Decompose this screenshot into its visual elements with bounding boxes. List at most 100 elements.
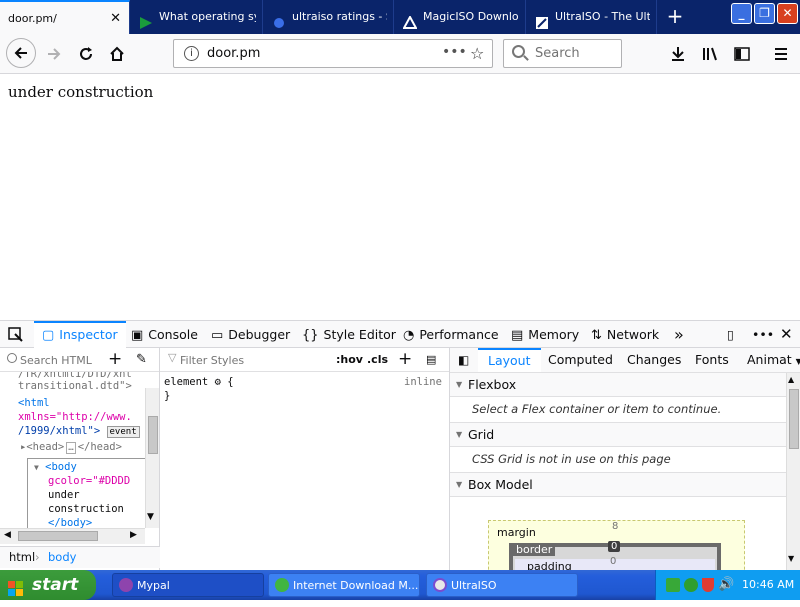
tab-inspector[interactable]: ▢ Inspector xyxy=(34,321,126,348)
scroll-thumb[interactable] xyxy=(148,416,158,454)
tab-label: UltraISO - The Ult xyxy=(555,10,650,23)
hov-toggle[interactable]: :hov xyxy=(336,348,363,372)
grid-section-header[interactable]: ▼ Grid xyxy=(450,423,786,447)
scroll-up-icon[interactable]: ▲ xyxy=(788,375,794,384)
markup-text-node[interactable]: under xyxy=(48,488,80,502)
tab-what-operating[interactable]: What operating sy xyxy=(131,0,263,34)
pick-element-button[interactable] xyxy=(8,321,23,348)
gear-icon[interactable]: ⚙ xyxy=(215,376,221,388)
tab-style-editor[interactable]: {} Style Editor xyxy=(302,321,396,348)
grid-message: CSS Grid is not in use on this page xyxy=(472,452,671,466)
scroll-left-icon[interactable]: ◀ xyxy=(4,530,11,540)
margin-top-value[interactable]: 8 xyxy=(612,521,618,532)
sidebar-subtabs: ◧ Layout Computed Changes Fonts Animat ▼ xyxy=(450,348,800,373)
tray-network-icon[interactable] xyxy=(666,578,680,592)
back-button[interactable] xyxy=(6,38,36,68)
tray-volume-icon[interactable]: 🔊 xyxy=(718,570,734,600)
markup-text-node[interactable]: construction xyxy=(48,502,124,516)
taskbar-item-mypal[interactable]: Mypal xyxy=(112,573,264,597)
tab-network[interactable]: ⇅ Network xyxy=(591,321,659,348)
toggle-sidebar-icon[interactable]: ◧ xyxy=(458,348,469,372)
rule-open-brace: { xyxy=(227,376,234,388)
search-bar[interactable]: Search xyxy=(503,39,622,68)
page-text: under construction xyxy=(8,83,154,101)
tab-console[interactable]: ▣ Console xyxy=(131,321,198,348)
add-node-button[interactable]: + xyxy=(108,348,122,370)
more-tabs-button[interactable]: » xyxy=(674,321,684,348)
scroll-down-icon[interactable]: ▼ xyxy=(147,512,154,522)
cls-toggle[interactable]: .cls xyxy=(367,348,388,372)
breadcrumb-body[interactable]: body xyxy=(48,547,76,568)
padding-top-value[interactable]: 0 xyxy=(610,556,616,567)
taskbar-item-idm[interactable]: Internet Download M... xyxy=(268,573,420,597)
markup-horizontal-scrollbar[interactable]: ◀ ▶ xyxy=(0,528,145,544)
scroll-down-icon[interactable]: ▼ xyxy=(788,554,794,563)
eyedropper-icon[interactable]: ✎ xyxy=(136,348,147,372)
library-button[interactable] xyxy=(696,40,724,68)
subtab-animations[interactable]: Animat ▼ xyxy=(747,348,800,372)
filter-styles-input[interactable] xyxy=(180,351,290,369)
devtools-options-button[interactable]: ••• xyxy=(752,321,774,348)
page-actions-icon[interactable]: ••• xyxy=(442,40,467,64)
close-window-button[interactable]: ✕ xyxy=(777,3,798,24)
subtab-fonts[interactable]: Fonts xyxy=(695,348,729,372)
markup-node[interactable]: /1999/xhtml"> event xyxy=(18,424,140,439)
tab-memory[interactable]: ▤ Memory xyxy=(511,321,579,348)
url-text[interactable]: door.pm xyxy=(207,40,260,67)
box-model-section-header[interactable]: ▼ Box Model xyxy=(450,473,786,497)
tray-shield-icon[interactable] xyxy=(702,578,714,592)
add-rule-button[interactable]: + xyxy=(398,348,412,370)
print-media-icon[interactable]: ▤ xyxy=(426,348,436,372)
new-tab-button[interactable]: + xyxy=(660,0,690,34)
menu-button[interactable] xyxy=(767,40,795,68)
scroll-right-icon[interactable]: ▶ xyxy=(130,530,137,540)
layout-vertical-scrollbar[interactable]: ▲ ▼ xyxy=(786,373,800,570)
taskbar-item-ultraiso[interactable]: UltraISO xyxy=(426,573,578,597)
tab-memory-label: Memory xyxy=(528,327,580,342)
sidebar-button[interactable] xyxy=(728,40,756,68)
markup-vertical-scrollbar[interactable]: ▼ xyxy=(145,388,159,528)
search-html-input[interactable] xyxy=(20,351,100,369)
markup-node[interactable]: ▸<head>… </head> xyxy=(20,440,122,455)
forward-button[interactable] xyxy=(40,40,68,68)
system-tray: 🔊 10:46 AM xyxy=(655,570,800,600)
downloads-button[interactable] xyxy=(664,40,692,68)
dock-toggle-button[interactable]: ▯ xyxy=(727,321,734,348)
start-button[interactable]: start xyxy=(0,570,96,600)
tab-performance[interactable]: ◔ Performance xyxy=(403,321,499,348)
tab-debugger[interactable]: ▭ Debugger xyxy=(211,321,290,348)
tab-ultraiso-the-ult[interactable]: UltraISO - The Ult xyxy=(527,0,657,34)
markup-tag[interactable]: </body> xyxy=(48,516,92,528)
info-icon[interactable]: i xyxy=(184,46,199,61)
tray-idm-icon[interactable] xyxy=(684,578,698,592)
style-editor-icon: {} xyxy=(302,328,319,343)
markup-line[interactable]: <html xyxy=(18,396,50,410)
scroll-thumb[interactable] xyxy=(18,531,98,541)
markup-node[interactable]: gcolor="#DDDD xyxy=(48,474,130,488)
subtab-changes[interactable]: Changes xyxy=(627,348,681,372)
tab-ultraiso-ratings[interactable]: ultraiso ratings - S xyxy=(264,0,394,34)
breadcrumb-html[interactable]: html xyxy=(9,547,35,568)
home-button[interactable] xyxy=(103,40,131,68)
collapse-arrow-icon[interactable]: ▼ xyxy=(34,463,39,472)
markup-node[interactable]: ▼ <body xyxy=(34,460,77,475)
rule-selector[interactable]: element xyxy=(164,376,208,388)
close-devtools-button[interactable]: ✕ xyxy=(780,321,793,348)
url-bar[interactable]: i door.pm ••• ☆ xyxy=(173,39,493,68)
subtab-layout[interactable]: Layout xyxy=(478,348,541,372)
minimize-button[interactable]: _ xyxy=(731,3,752,24)
subtab-computed[interactable]: Computed xyxy=(548,348,613,372)
border-label: border xyxy=(513,543,556,556)
bookmark-star-icon[interactable]: ☆ xyxy=(470,40,484,67)
event-badge[interactable]: event xyxy=(106,426,140,438)
reload-button[interactable] xyxy=(72,40,100,68)
tab-magiciso[interactable]: MagicISO Downlo xyxy=(395,0,526,34)
flexbox-section-header[interactable]: ▼ Flexbox xyxy=(450,373,786,397)
scroll-thumb[interactable] xyxy=(789,389,799,449)
ellipsis-badge[interactable]: … xyxy=(66,442,76,454)
markup-node[interactable]: xmlns="http://www. xyxy=(18,410,132,424)
restore-button[interactable]: ❐ xyxy=(754,3,775,24)
border-top-value[interactable]: 0 xyxy=(608,541,621,552)
close-tab-icon[interactable]: ✕ xyxy=(110,2,121,34)
tab-door-pm[interactable]: door.pm/ ✕ xyxy=(0,0,130,34)
